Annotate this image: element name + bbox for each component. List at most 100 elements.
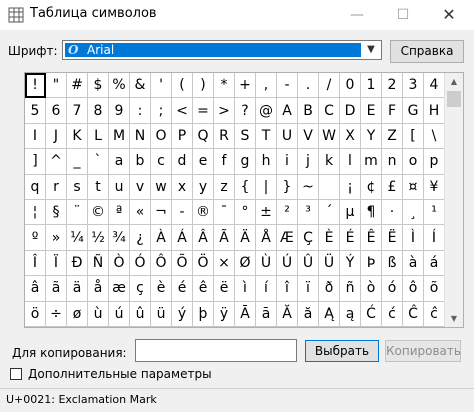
character-cell[interactable]: C xyxy=(319,98,340,124)
character-cell[interactable]: í xyxy=(256,276,277,302)
copy-button[interactable]: Копировать xyxy=(385,340,461,362)
character-cell[interactable]: ¢ xyxy=(361,174,382,200)
character-cell[interactable]: ? xyxy=(235,98,256,124)
character-cell[interactable]: ¾ xyxy=(109,225,130,251)
character-cell[interactable]: ¡ xyxy=(340,174,361,200)
character-cell[interactable]: ù xyxy=(88,301,109,327)
character-cell[interactable]: Ñ xyxy=(88,250,109,277)
character-cell[interactable]: z xyxy=(214,174,235,200)
character-cell[interactable]: ^ xyxy=(46,149,67,175)
character-cell[interactable]: ö xyxy=(25,301,46,327)
character-cell[interactable]: r xyxy=(46,174,67,200)
character-cell[interactable]: Ù xyxy=(256,250,277,277)
character-cell[interactable]: ` xyxy=(88,149,109,175)
character-cell[interactable]: A xyxy=(277,98,298,124)
character-cell[interactable]: ~ xyxy=(298,174,319,200)
character-cell[interactable]: s xyxy=(67,174,88,200)
character-cell[interactable]: Ë xyxy=(382,225,403,251)
character-cell[interactable]: £ xyxy=(382,174,403,200)
character-cell[interactable]: / xyxy=(319,73,340,99)
character-cell[interactable]: L xyxy=(88,123,109,150)
character-cell[interactable]: Ö xyxy=(193,250,214,277)
chevron-down-icon[interactable]: ▼ xyxy=(363,42,379,58)
character-cell[interactable]: ø xyxy=(67,301,88,327)
character-cell[interactable]: c xyxy=(151,149,172,175)
character-grid[interactable]: ! " # $% & '() * +, -./0 1 2 3 4 5 6 7 8 9:; < = >? @ A B C D E F G H… xyxy=(25,73,445,327)
character-cell[interactable]: » xyxy=(46,225,67,251)
character-cell[interactable]: õ xyxy=(424,276,445,302)
character-cell[interactable]: ª xyxy=(109,199,130,226)
character-cell[interactable]: # xyxy=(67,73,88,99)
character-cell[interactable]: Ç xyxy=(298,225,319,251)
character-cell[interactable]: ² xyxy=(277,199,298,226)
character-cell[interactable]: ( xyxy=(172,73,193,99)
character-cell[interactable]: Þ xyxy=(361,250,382,277)
character-cell[interactable]: o xyxy=(403,149,424,175)
character-cell[interactable]: > xyxy=(214,98,235,124)
character-cell[interactable]: ³ xyxy=(298,199,319,226)
character-cell[interactable]: å xyxy=(88,276,109,302)
character-cell[interactable]: 0 xyxy=(340,73,361,99)
character-cell[interactable]: b xyxy=(130,149,151,175)
character-cell[interactable]: * xyxy=(214,73,235,99)
character-cell[interactable]: Ó xyxy=(130,250,151,277)
character-cell[interactable]: i xyxy=(277,149,298,175)
character-cell[interactable]: ¹ xyxy=(424,199,445,226)
character-cell[interactable]: ÿ xyxy=(214,301,235,327)
character-cell[interactable]: ï xyxy=(298,276,319,302)
character-cell[interactable]: 8 xyxy=(88,98,109,124)
character-cell[interactable]: È xyxy=(319,225,340,251)
character-cell[interactable]: è xyxy=(151,276,172,302)
character-cell[interactable]: ¯ xyxy=(214,199,235,226)
character-cell[interactable]: ° xyxy=(235,199,256,226)
character-cell[interactable]: Ý xyxy=(340,250,361,277)
character-cell[interactable]: f xyxy=(214,149,235,175)
character-cell[interactable]: Á xyxy=(172,225,193,251)
character-cell[interactable]: E xyxy=(361,98,382,124)
character-cell[interactable]: ð xyxy=(319,276,340,302)
character-cell[interactable]: ¨ xyxy=(67,199,88,226)
character-cell[interactable] xyxy=(319,174,340,200)
character-cell[interactable]: Ĉ xyxy=(403,301,424,327)
character-cell[interactable]: T xyxy=(256,123,277,150)
character-cell[interactable]: ¿ xyxy=(130,225,151,251)
character-cell[interactable]: ¸ xyxy=(403,199,424,226)
character-cell[interactable]: 2 xyxy=(382,73,403,99)
character-cell[interactable]: @ xyxy=(256,98,277,124)
character-cell[interactable]: Õ xyxy=(172,250,193,277)
character-cell[interactable]: Ă xyxy=(277,301,298,327)
character-cell[interactable]: N xyxy=(130,123,151,150)
character-cell[interactable]: u xyxy=(109,174,130,200)
character-cell[interactable]: Ð xyxy=(67,250,88,277)
character-cell[interactable]: ÷ xyxy=(46,301,67,327)
character-cell[interactable]: | xyxy=(256,174,277,200)
character-cell[interactable]: Å xyxy=(256,225,277,251)
character-cell[interactable]: l xyxy=(340,149,361,175)
character-cell[interactable]: Ą xyxy=(319,301,340,327)
character-cell[interactable]: © xyxy=(88,199,109,226)
character-cell[interactable]: Ä xyxy=(235,225,256,251)
character-cell[interactable]: ì xyxy=(235,276,256,302)
character-cell[interactable]: , xyxy=(256,73,277,99)
character-cell[interactable]: ü xyxy=(151,301,172,327)
character-cell[interactable]: v xyxy=(130,174,151,200)
character-cell[interactable]: U xyxy=(277,123,298,150)
character-cell[interactable]: Ú xyxy=(277,250,298,277)
character-cell[interactable]: Ć xyxy=(361,301,382,327)
character-cell[interactable]: µ xyxy=(340,199,361,226)
character-cell[interactable]: ý xyxy=(172,301,193,327)
character-cell[interactable]: Ā xyxy=(235,301,256,327)
character-cell[interactable]: Í xyxy=(424,225,445,251)
character-cell[interactable]: ä xyxy=(67,276,88,302)
character-cell[interactable]: ā xyxy=(256,301,277,327)
character-cell[interactable]: % xyxy=(109,73,130,99)
character-cell[interactable]: K xyxy=(67,123,88,150)
character-cell[interactable]: { xyxy=(235,174,256,200)
character-cell[interactable]: - xyxy=(172,199,193,226)
character-cell[interactable]: ¬ xyxy=(151,199,172,226)
character-cell[interactable]: ó xyxy=(382,276,403,302)
character-cell[interactable]: Ü xyxy=(319,250,340,277)
character-cell[interactable]: ' xyxy=(151,73,172,99)
character-cell[interactable]: ò xyxy=(361,276,382,302)
character-cell[interactable]: e xyxy=(193,149,214,175)
